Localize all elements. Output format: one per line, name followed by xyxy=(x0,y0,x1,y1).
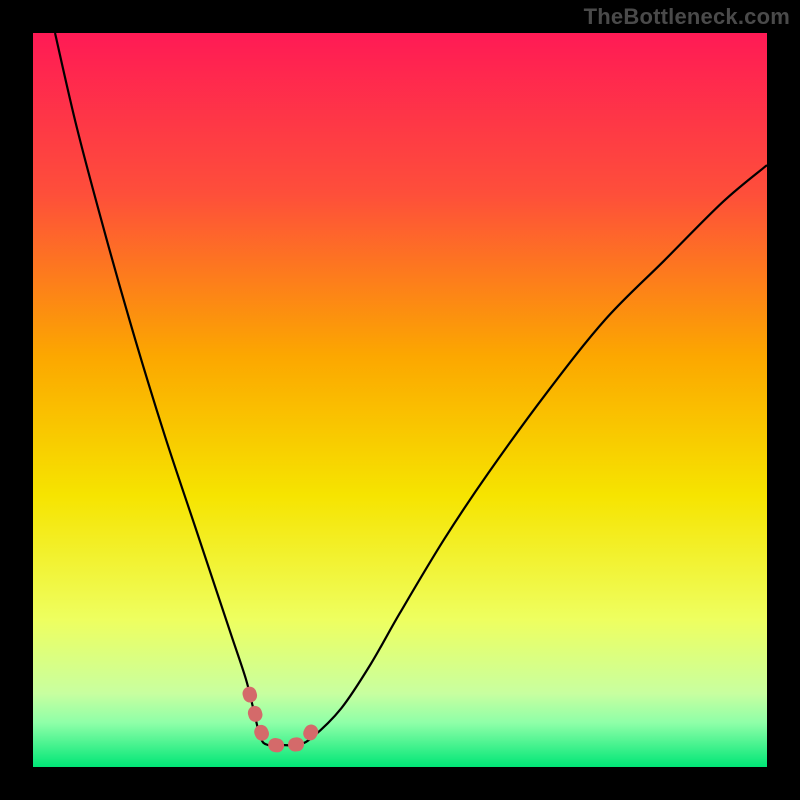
plot-area xyxy=(33,33,767,767)
chart-frame: TheBottleneck.com xyxy=(0,0,800,800)
watermark-text: TheBottleneck.com xyxy=(584,4,790,30)
gradient-background xyxy=(33,33,767,767)
bottleneck-chart xyxy=(33,33,767,767)
